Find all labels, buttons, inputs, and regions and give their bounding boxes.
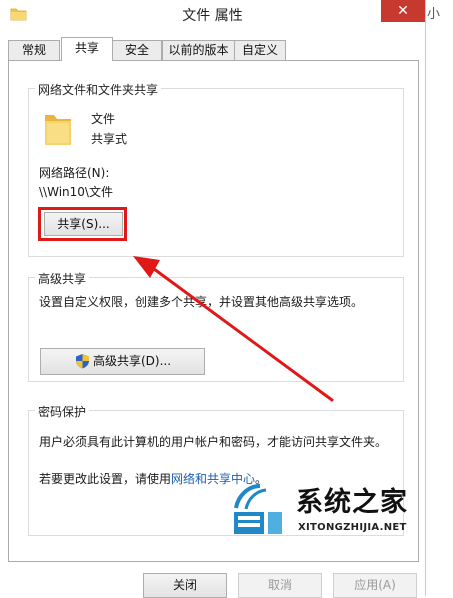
window-title: 文件 属性 <box>182 8 243 24</box>
share-status: 共享式 <box>91 132 128 146</box>
folder-large-icon <box>45 115 71 145</box>
watermark: 系统之家 XITONGZHIJIA.NET <box>228 478 428 548</box>
advanced-sharing-title: 高级共享 <box>35 270 90 287</box>
advanced-sharing-button[interactable]: 高级共享(D)... <box>40 348 205 375</box>
tab-previous-versions[interactable]: 以前的版本 <box>162 40 235 60</box>
cancel-button[interactable]: 取消 <box>238 573 322 598</box>
close-window-button[interactable]: ✕ <box>381 0 425 22</box>
highlight-box <box>38 207 127 241</box>
password-change-prefix: 若要更改此设置，请使用 <box>39 472 172 486</box>
tab-security[interactable]: 安全 <box>112 40 162 60</box>
watermark-cn-text: 系统之家 <box>296 487 408 518</box>
tab-general[interactable]: 常规 <box>8 40 60 60</box>
password-protection-description: 用户必须具有此计算机的用户帐户和密码，才能访问共享文件夹。 <box>39 435 388 449</box>
tab-sharing[interactable]: 共享 <box>61 37 113 61</box>
folder-name: 文件 <box>91 112 116 126</box>
background-window-text: 小 <box>427 7 441 22</box>
close-button[interactable]: 关闭 <box>143 573 227 598</box>
watermark-logo-icon <box>234 484 282 534</box>
advanced-sharing-button-label: 高级共享(D)... <box>93 354 172 368</box>
uac-shield-icon <box>76 354 89 369</box>
network-path-label: 网络路径(N): <box>39 166 110 180</box>
network-path-value: \\Win10\文件 <box>39 185 113 199</box>
password-protection-title: 密码保护 <box>35 403 90 420</box>
title-bar: 文件 属性 ✕ <box>0 0 425 30</box>
advanced-sharing-description: 设置自定义权限，创建多个共享，并设置其他高级共享选项。 <box>39 295 364 309</box>
apply-button[interactable]: 应用(A) <box>333 573 417 598</box>
watermark-en-text: XITONGZHIJIA.NET <box>298 522 407 533</box>
tab-customize[interactable]: 自定义 <box>234 40 286 60</box>
network-sharing-title: 网络文件和文件夹共享 <box>35 81 162 98</box>
